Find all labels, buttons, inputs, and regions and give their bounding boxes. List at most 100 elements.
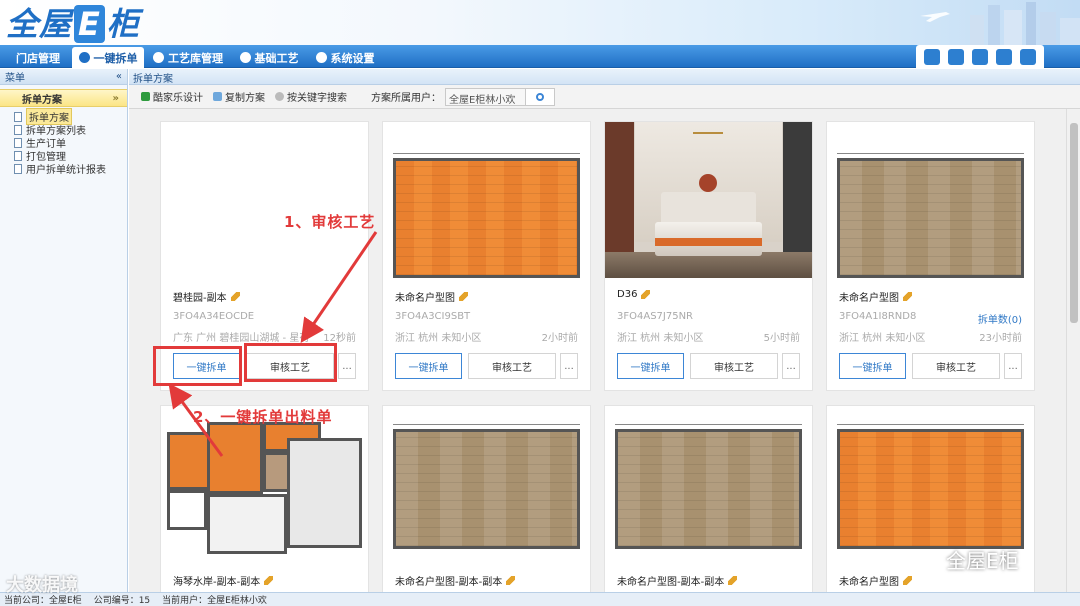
edit-pencil-icon[interactable] bbox=[264, 576, 274, 585]
one-key-split-button[interactable]: 一键拆单 bbox=[395, 353, 462, 379]
edit-pencil-icon[interactable] bbox=[459, 292, 468, 301]
plan-thumbnail[interactable] bbox=[161, 406, 368, 562]
plan-thumbnail[interactable] bbox=[161, 122, 368, 278]
app-logo: 全屋 E 柜 bbox=[6, 5, 140, 43]
owner-label: 方案所属用户： bbox=[371, 93, 441, 104]
owner-input[interactable]: 全屋E柜林小欢 bbox=[445, 87, 527, 106]
card-title: 未命名户型图-副本-副本 bbox=[395, 577, 503, 588]
plan-thumbnail[interactable] bbox=[605, 406, 812, 562]
app-header: 全屋 E 柜 bbox=[0, 0, 1080, 45]
audit-process-button[interactable]: 审核工艺 bbox=[912, 353, 1000, 379]
more-button[interactable]: ... bbox=[338, 353, 356, 379]
search-icon bbox=[536, 92, 544, 101]
edit-pencil-icon[interactable] bbox=[903, 292, 912, 301]
plan-card[interactable]: 未命名户型图-副本-副本 bbox=[604, 405, 813, 595]
chevron-up-icon[interactable]: » bbox=[113, 93, 119, 104]
one-key-split-button[interactable]: 一键拆单 bbox=[839, 353, 906, 379]
more-button[interactable]: ... bbox=[782, 353, 800, 379]
tab-basic-process[interactable]: 基础工艺 bbox=[236, 47, 302, 68]
vertical-scrollbar[interactable] bbox=[1066, 109, 1080, 592]
kujiale-design-button[interactable]: 酷家乐设计 bbox=[141, 89, 203, 104]
floor-wood-plan bbox=[837, 158, 1024, 278]
owner-search-button[interactable] bbox=[525, 87, 555, 106]
plan-thumbnail[interactable] bbox=[383, 122, 590, 278]
plan-thumbnail[interactable] bbox=[827, 406, 1034, 562]
copy-icon bbox=[213, 92, 222, 101]
edit-pencil-icon[interactable] bbox=[903, 576, 912, 585]
bedroom-render-image bbox=[605, 122, 812, 278]
audit-process-button[interactable]: 审核工艺 bbox=[690, 353, 778, 379]
document-icon bbox=[14, 163, 22, 174]
check-circle-icon bbox=[153, 52, 164, 63]
floor-orange-plan bbox=[393, 158, 580, 278]
floor-wood-plan bbox=[615, 429, 802, 549]
card-title: 未命名户型图-副本-副本 bbox=[617, 577, 725, 588]
plan-thumbnail[interactable] bbox=[605, 122, 812, 278]
plan-card[interactable]: 海琴水岸-副本-副本 bbox=[160, 405, 369, 595]
audit-process-button[interactable]: 审核工艺 bbox=[468, 353, 556, 379]
split-count-link[interactable]: 拆单数(0) bbox=[978, 311, 1022, 326]
tab-store-management[interactable]: 门店管理 bbox=[8, 47, 68, 68]
tab-system-settings[interactable]: 系统设置 bbox=[312, 47, 378, 68]
card-title: 未命名户型图 bbox=[839, 577, 899, 588]
keyword-search-button[interactable]: 按关键字搜索 bbox=[275, 89, 347, 104]
toolbar: 酷家乐设计 复制方案 按关键字搜索 方案所属用户： 全屋E柜林小欢 bbox=[129, 85, 1080, 109]
tab-one-key-split[interactable]: 一键拆单 bbox=[72, 47, 144, 68]
annotation-step2: 2、一键拆单出料单 bbox=[193, 408, 333, 426]
copy-plan-button[interactable]: 复制方案 bbox=[213, 89, 265, 104]
more-button[interactable]: ... bbox=[1004, 353, 1022, 379]
card-time: 5小时前 bbox=[760, 329, 800, 344]
plan-card[interactable]: 未命名户型图 3FO4A1I8RND8 拆单数(0) 浙江 杭州 未知小区 23… bbox=[826, 121, 1035, 391]
floor-orange-plan bbox=[837, 429, 1024, 549]
plan-thumbnail[interactable] bbox=[383, 406, 590, 562]
card-code: 3FO4A34EOCDE bbox=[173, 311, 255, 322]
sidebar-title: 菜单 bbox=[5, 73, 25, 84]
plan-card[interactable]: 未命名户型图 3FO4A3CI9SBT 浙江 杭州 未知小区 2小时前 一键拆单… bbox=[382, 121, 591, 391]
settings-circle-icon bbox=[315, 52, 327, 63]
nav-tool-icons bbox=[916, 45, 1044, 68]
edit-pencil-icon[interactable] bbox=[506, 576, 516, 585]
sidebar-section-split-plan[interactable]: 拆单方案 » bbox=[0, 89, 127, 107]
card-title: 未命名户型图 bbox=[839, 293, 899, 304]
card-code: 3FO4A3CI9SBT bbox=[395, 311, 471, 322]
card-code: 3FO4A1I8RND8 bbox=[839, 311, 917, 322]
card-title: 碧桂园-副本 bbox=[173, 293, 227, 304]
status-company-no: 公司编号：15 bbox=[93, 596, 151, 606]
wechat-icon bbox=[909, 548, 939, 571]
scrollbar-thumb[interactable] bbox=[1070, 123, 1078, 323]
document-icon bbox=[14, 124, 22, 135]
check-circle-icon bbox=[78, 52, 90, 63]
card-code: 3FO4AS7J75NR bbox=[617, 311, 694, 322]
edit-pencil-icon[interactable] bbox=[641, 290, 651, 299]
card-time: 23小时前 bbox=[976, 329, 1022, 344]
gear-circle-icon bbox=[239, 52, 251, 63]
more-button[interactable]: ... bbox=[560, 353, 578, 379]
annotation-box-one-key bbox=[153, 346, 242, 386]
plan-card[interactable]: 未命名户型图-副本-副本 bbox=[382, 405, 591, 595]
collapse-icon[interactable]: « bbox=[116, 71, 122, 82]
edit-pencil-icon[interactable] bbox=[230, 292, 240, 301]
document-icon bbox=[14, 150, 22, 161]
gear-icon[interactable] bbox=[996, 48, 1012, 65]
card-title: 海琴水岸-副本-副本 bbox=[173, 577, 261, 588]
card-title: D36 bbox=[617, 289, 638, 300]
annotation-step1: 1、审核工艺 bbox=[284, 213, 376, 231]
floorplan-image bbox=[167, 414, 362, 562]
sidebar-header: 菜单 « bbox=[0, 69, 127, 85]
sidebar-section-label: 拆单方案 bbox=[22, 94, 62, 106]
one-key-split-button[interactable]: 一键拆单 bbox=[617, 353, 684, 379]
logout-icon[interactable] bbox=[1020, 48, 1036, 65]
watermark-right: 全屋E柜 bbox=[908, 545, 1019, 574]
calendar-icon[interactable] bbox=[948, 48, 964, 65]
main-panel: 拆单方案 酷家乐设计 复制方案 按关键字搜索 方案所属用户： 全屋E柜林小欢 碧… bbox=[129, 69, 1080, 595]
plan-thumbnail[interactable] bbox=[827, 122, 1034, 278]
sidebar-item-user-report[interactable]: 用户拆单统计报表 bbox=[0, 162, 127, 176]
search-icon bbox=[275, 92, 284, 101]
edit-pencil-icon[interactable] bbox=[728, 576, 738, 585]
user-icon[interactable] bbox=[972, 48, 988, 65]
tab-process-library[interactable]: 工艺库管理 bbox=[150, 47, 226, 68]
city-skyline-decoration bbox=[920, 2, 1080, 45]
home-icon[interactable] bbox=[924, 48, 940, 65]
plan-card[interactable]: D36 3FO4AS7J75NR 浙江 杭州 未知小区 5小时前 一键拆单 审核… bbox=[604, 121, 813, 391]
floor-wood-plan bbox=[393, 429, 580, 549]
